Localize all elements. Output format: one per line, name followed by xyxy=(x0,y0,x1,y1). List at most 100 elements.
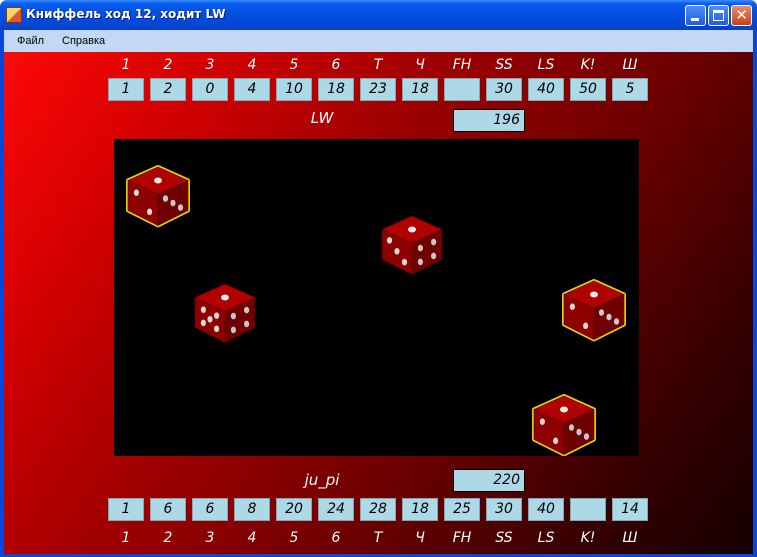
bottom-header-2: 3 xyxy=(205,530,215,546)
top-header-11: K! xyxy=(580,57,596,73)
player1-score-cell-5[interactable]: 18 xyxy=(318,78,354,101)
player1-score-cell-12[interactable]: 5 xyxy=(612,78,648,101)
player2-score-cell-6[interactable]: 28 xyxy=(360,498,396,521)
die[interactable] xyxy=(381,215,443,275)
close-button[interactable]: ✕ xyxy=(731,5,752,26)
die-pip xyxy=(394,247,400,255)
player2-score-cell-8[interactable]: 25 xyxy=(444,498,480,521)
player1-score-cell-2[interactable]: 0 xyxy=(192,78,228,101)
die-pip xyxy=(154,177,162,184)
die-pip xyxy=(401,258,408,266)
die-held[interactable] xyxy=(126,165,190,228)
dice-board[interactable] xyxy=(114,139,639,457)
die-held[interactable] xyxy=(562,279,626,342)
top-header-10: LS xyxy=(537,57,555,73)
die-pip xyxy=(214,312,220,319)
bottom-header-7: Ч xyxy=(415,530,425,546)
bottom-header-12: Ш xyxy=(622,530,638,546)
player2-score-cell-4[interactable]: 20 xyxy=(276,498,312,521)
die-pip xyxy=(606,313,612,321)
top-header-3: 4 xyxy=(247,57,257,73)
top-header-5: 6 xyxy=(331,57,341,73)
player2-score-cell-2[interactable]: 6 xyxy=(192,498,228,521)
bottom-header-10: LS xyxy=(537,530,555,546)
die-pip xyxy=(386,237,393,244)
maximize-button[interactable] xyxy=(708,5,729,26)
die-pip xyxy=(221,294,229,301)
player2-score-cell-11[interactable] xyxy=(570,498,606,521)
player2-score-cell-9[interactable]: 30 xyxy=(486,498,522,521)
die-pip xyxy=(598,309,605,316)
player2-score-cell-3[interactable]: 8 xyxy=(234,498,270,521)
player2-score-cell-12[interactable]: 14 xyxy=(612,498,648,521)
die-pip xyxy=(214,325,220,333)
bottom-header-9: SS xyxy=(495,530,513,546)
top-header-4: 5 xyxy=(289,57,299,73)
player2-total: 220 xyxy=(453,469,525,492)
player1-score-cell-9[interactable]: 30 xyxy=(486,78,522,101)
top-header-7: Ч xyxy=(415,57,425,73)
title-bar[interactable]: Книффель ход 12, ходит LW ✕ xyxy=(0,0,757,30)
die-pip xyxy=(417,244,423,252)
top-header-9: SS xyxy=(495,57,513,73)
player1-score-cell-0[interactable]: 1 xyxy=(108,78,144,101)
die-pip xyxy=(576,428,582,436)
minimize-icon xyxy=(691,18,699,21)
player1-score-cell-6[interactable]: 23 xyxy=(360,78,396,101)
die-pip xyxy=(417,258,423,266)
die-pip xyxy=(162,195,169,202)
player2-score-cell-0[interactable]: 1 xyxy=(108,498,144,521)
menu-bar: Файл Справка xyxy=(4,30,753,52)
player1-name: LW xyxy=(310,109,334,127)
player2-score-cell-10[interactable]: 40 xyxy=(528,498,564,521)
player1-score-cell-11[interactable]: 50 xyxy=(570,78,606,101)
player1-score-cell-3[interactable]: 4 xyxy=(234,78,270,101)
dice-canvas[interactable] xyxy=(114,139,639,457)
die-pip xyxy=(590,291,598,298)
top-header-2: 3 xyxy=(205,57,215,73)
player2-score-cell-1[interactable]: 6 xyxy=(150,498,186,521)
die-pip xyxy=(560,406,568,413)
die-pip xyxy=(583,322,589,330)
die-pip xyxy=(539,418,545,425)
bottom-header-8: FH xyxy=(452,530,472,546)
menu-file[interactable]: Файл xyxy=(17,35,44,47)
player1-score-cell-1[interactable]: 2 xyxy=(150,78,186,101)
bottom-header-0: 1 xyxy=(121,530,131,546)
game-area: 1 2 3 4 5 6 Т Ч FH SS LS K! Ш 1 2 0 4 10 18 23 18 30 40 50 5 LW… xyxy=(4,52,753,554)
close-icon: ✕ xyxy=(735,6,748,24)
die-pip xyxy=(200,319,206,327)
die-pip xyxy=(408,226,416,233)
player1-score-cell-7[interactable]: 18 xyxy=(402,78,438,101)
player2-name: ju_pi xyxy=(304,471,340,489)
menu-help[interactable]: Справка xyxy=(62,35,105,47)
bottom-header-5: 6 xyxy=(331,530,341,546)
die-pip xyxy=(613,318,620,325)
die-pip xyxy=(569,303,575,310)
die-pip xyxy=(147,208,153,216)
die-pip xyxy=(244,320,250,328)
die-pip xyxy=(583,433,590,440)
die-pip xyxy=(568,424,575,431)
bottom-header-3: 4 xyxy=(247,530,257,546)
player1-score-cell-10[interactable]: 40 xyxy=(528,78,564,101)
die-pip xyxy=(230,312,236,320)
die-held[interactable] xyxy=(532,394,596,457)
player2-score-cell-7[interactable]: 18 xyxy=(402,498,438,521)
die-pip xyxy=(177,204,184,211)
die-pip xyxy=(553,437,559,445)
window-title: Книффель ход 12, ходит LW xyxy=(26,7,226,21)
die-pip xyxy=(230,326,236,334)
bottom-header-4: 5 xyxy=(289,530,299,546)
bottom-header-11: K! xyxy=(580,530,596,546)
player2-score-cell-5[interactable]: 24 xyxy=(318,498,354,521)
player1-score-cell-8[interactable] xyxy=(444,78,480,101)
app-window: Книффель ход 12, ходит LW ✕ Файл Справка… xyxy=(0,0,757,557)
die-pip xyxy=(133,189,139,196)
minimize-button[interactable] xyxy=(685,5,706,26)
app-icon[interactable] xyxy=(6,7,22,23)
player1-total: 196 xyxy=(453,109,525,132)
player1-score-cell-4[interactable]: 10 xyxy=(276,78,312,101)
die[interactable] xyxy=(194,283,256,343)
top-header-1: 2 xyxy=(163,57,173,73)
